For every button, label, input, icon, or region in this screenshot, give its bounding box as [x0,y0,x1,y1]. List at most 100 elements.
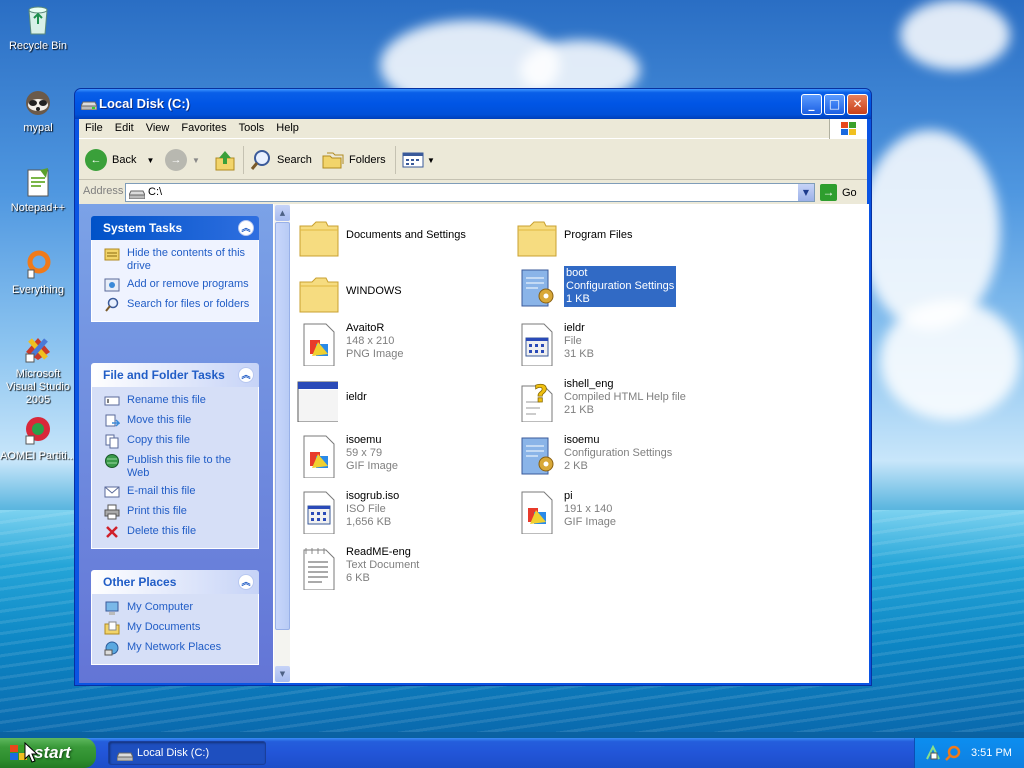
taskbar-window-button[interactable]: Local Disk (C:) [108,741,266,765]
task-search-files[interactable]: Search for files or folders [104,297,254,313]
views-icon [402,152,424,168]
place-my-documents[interactable]: My Documents [104,620,254,636]
file-item[interactable]: ieldr File 31 KB [516,318,736,366]
task-delete-file[interactable]: Delete this file [104,524,254,540]
file-item[interactable]: ? ishell_eng Compiled HTML Help file 21 KB [516,374,736,422]
recycle-bin-icon [22,4,54,36]
svg-text:?: ? [534,380,548,408]
generic-file-icon [521,323,553,366]
drive-icon [117,752,133,761]
file-item[interactable]: pi 191 x 140 GIF Image [516,486,736,534]
collapse-chevron-icon[interactable]: ︽ [238,367,254,383]
explorer-window: Local Disk (C:) _ □ ✕ File Edit View Favori… [74,88,872,686]
other-places-header[interactable]: Other Places ︽ [91,570,259,594]
toolbar-separator [395,146,396,174]
move-icon [105,414,120,427]
task-copy-file[interactable]: Copy this file [104,433,254,449]
task-pane: System Tasks ︽ Hide the contents of this … [79,204,273,683]
start-button[interactable]: start [0,738,96,768]
other-places-panel: Other Places ︽ My Computer My Documents M… [91,570,259,665]
window-title: Local Disk (C:) [99,96,191,111]
email-icon [104,486,120,498]
collapse-chevron-icon[interactable]: ︽ [238,220,254,236]
desktop-icon-aomei[interactable]: AOMEI Partiti... [0,414,76,463]
image-file-icon [303,435,335,478]
file-item[interactable]: Program Files [516,212,736,260]
task-print-file[interactable]: Print this file [104,504,254,520]
file-folder-tasks-header[interactable]: File and Folder Tasks ︽ [91,363,259,387]
desktop-icon-recycle-bin[interactable]: Recycle Bin [0,4,76,53]
go-button[interactable]: → Go [820,184,857,201]
file-item[interactable]: ieldr [294,374,514,422]
file-item[interactable]: ReadME-eng Text Document 6 KB [298,542,518,590]
back-button[interactable]: ← Back ▼ [85,146,154,174]
file-item[interactable]: WINDOWS [298,268,518,316]
task-add-remove-programs[interactable]: Add or remove programs [104,277,254,293]
title-bar[interactable]: Local Disk (C:) _ □ ✕ [75,89,871,119]
vertical-scrollbar[interactable]: ▲ ▼ [273,204,290,683]
folders-icon [322,152,344,169]
file-item[interactable]: isoemu 59 x 79 GIF Image [298,430,518,478]
search-button[interactable]: Search [249,146,312,174]
desktop-icon-visual-studio[interactable]: Microsoft Visual Studio 2005 [0,332,76,407]
collapse-chevron-icon[interactable]: ︽ [238,574,254,590]
menu-tools[interactable]: Tools [233,119,271,134]
views-dropdown-icon[interactable]: ▼ [427,156,435,165]
scroll-thumb[interactable] [275,222,290,630]
file-item[interactable]: AvaitoR 148 x 210 PNG Image [298,318,518,366]
views-button[interactable]: ▼ [401,146,435,174]
place-my-network-places[interactable]: My Network Places [104,640,254,656]
system-tasks-panel: System Tasks ︽ Hide the contents of this … [91,216,259,322]
maximize-button[interactable]: □ [824,94,845,115]
printer-icon [104,504,120,520]
desktop-icon-everything[interactable]: Everything [0,248,76,297]
file-item[interactable]: isoemu Configuration Settings 2 KB [516,430,736,478]
image-file-icon [303,323,335,366]
my-documents-icon [104,621,120,635]
place-my-computer[interactable]: My Computer [104,600,254,616]
close-button[interactable]: ✕ [847,94,868,115]
system-tasks-header[interactable]: System Tasks ︽ [91,216,259,240]
scroll-up-arrow-icon[interactable]: ▲ [275,205,290,221]
application-window-icon [297,381,338,422]
task-email-file[interactable]: E-mail this file [104,484,254,500]
task-rename-file[interactable]: Rename this file [104,393,254,409]
menu-favorites[interactable]: Favorites [175,119,232,134]
task-publish-web[interactable]: Publish this file to the Web [104,453,254,480]
forward-button[interactable]: → ▼ [165,146,200,174]
menu-edit[interactable]: Edit [109,119,140,134]
menu-help[interactable]: Help [270,119,305,134]
menu-view[interactable]: View [140,119,176,134]
tray-network-icon[interactable] [925,745,941,761]
go-arrow-icon: → [820,184,837,201]
address-input[interactable]: C:\ ▼ [125,183,815,202]
task-move-file[interactable]: Move this file [104,413,254,429]
raccoon-icon [22,86,54,118]
back-dropdown-icon[interactable]: ▼ [146,156,154,165]
file-item[interactable]: isogrub.iso ISO File 1,656 KB [298,486,518,534]
tray-search-icon[interactable] [945,745,961,761]
magnifier-icon [22,248,54,280]
file-list: Documents and Settings Program Files WIN… [290,204,869,683]
add-remove-programs-icon [104,278,120,292]
rename-icon [104,396,120,406]
address-dropdown-icon[interactable]: ▼ [798,184,814,201]
folders-button[interactable]: Folders [321,146,386,174]
folder-icon [299,221,339,257]
task-hide-drive-contents[interactable]: Hide the contents of this drive [104,246,254,273]
desktop-icon-mypal[interactable]: mypal [0,86,76,135]
network-places-icon [104,641,119,656]
hide-contents-icon [104,248,120,261]
mouse-cursor-icon [24,742,38,763]
desktop-icon-notepadpp[interactable]: Notepad++ [0,166,76,215]
file-item-selected[interactable]: boot Configuration Settings 1 KB [516,262,736,310]
menu-file[interactable]: File [79,119,109,134]
up-button[interactable] [213,146,237,174]
menu-bar: File Edit View Favorites Tools Help [79,119,867,139]
address-value: C:\ [148,186,163,198]
file-item[interactable]: Documents and Settings [298,212,518,260]
globe-icon [105,454,119,468]
scroll-down-arrow-icon[interactable]: ▼ [275,666,290,682]
search-icon [105,297,119,312]
minimize-button[interactable]: _ [801,94,822,115]
